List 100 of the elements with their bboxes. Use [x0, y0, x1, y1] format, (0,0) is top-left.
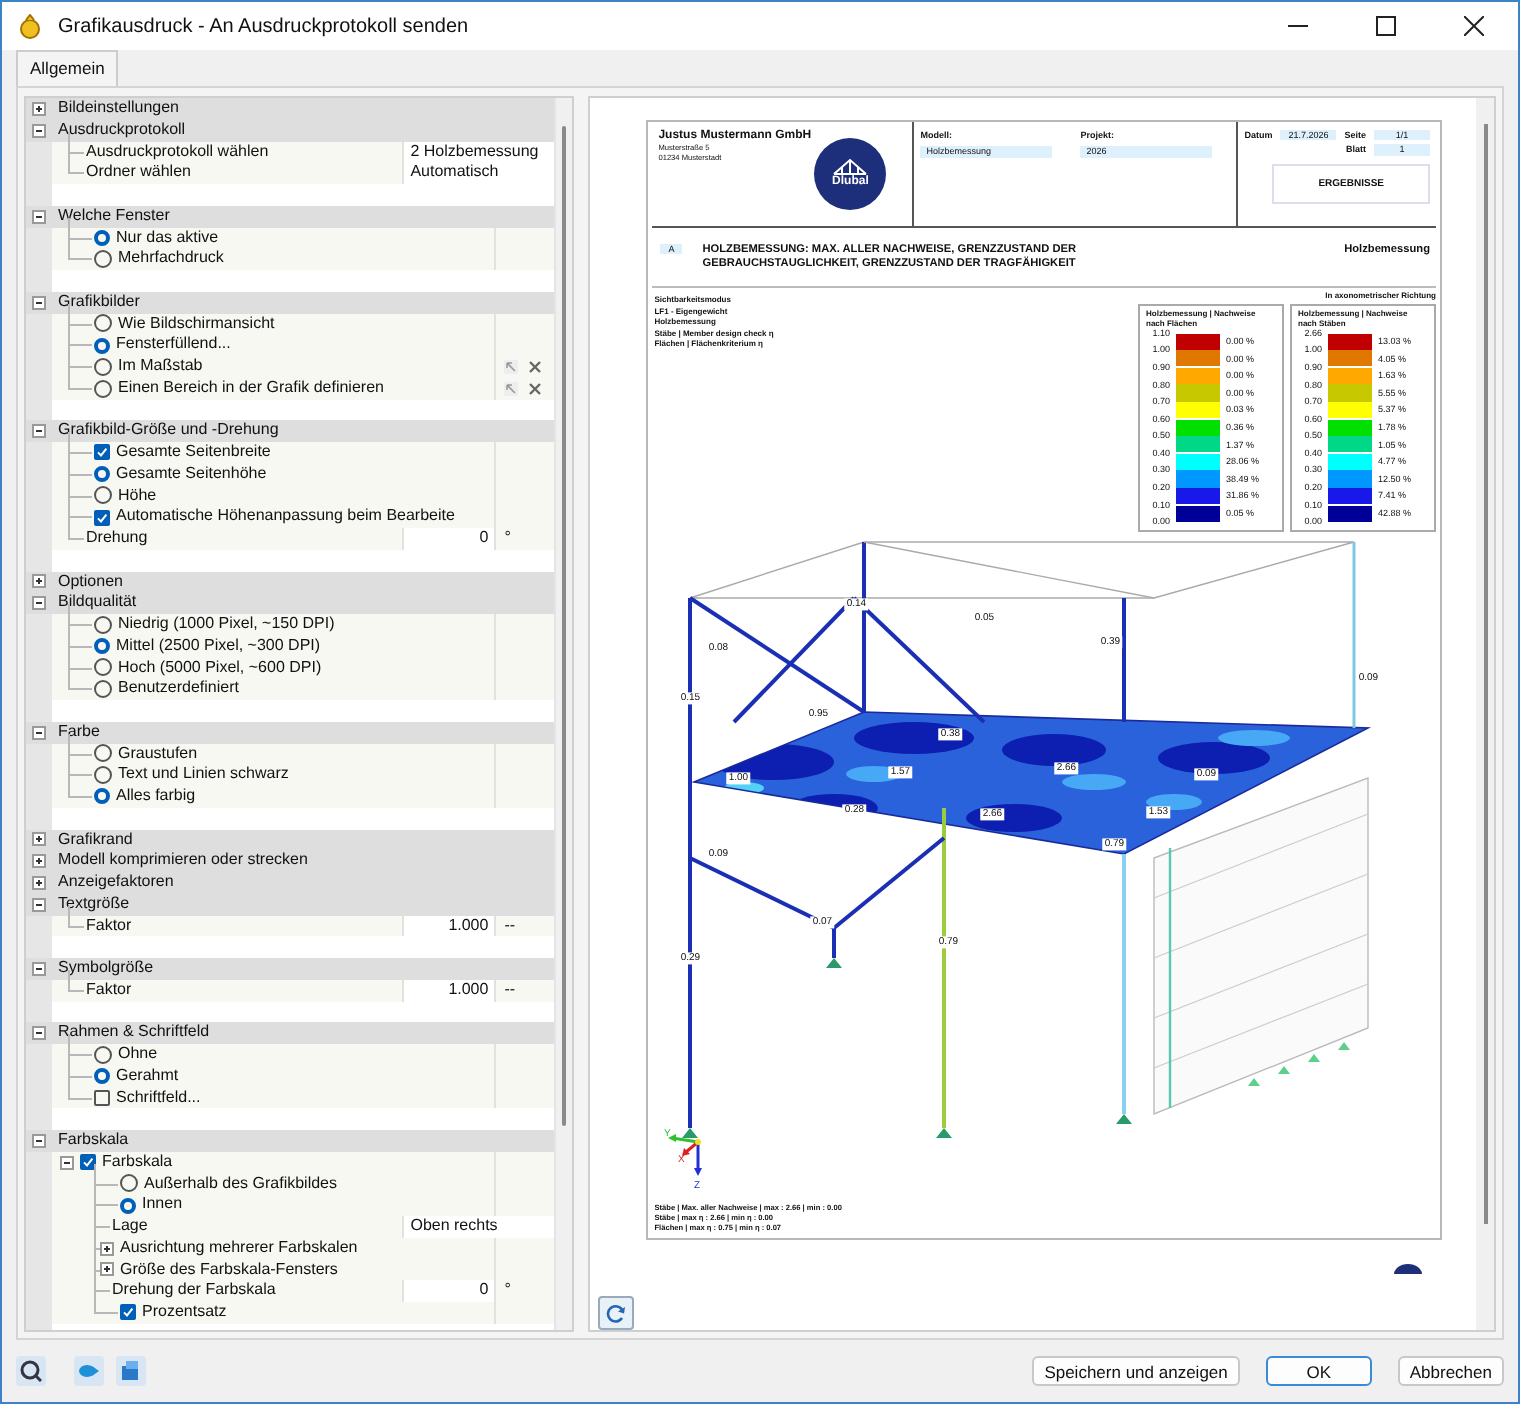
expand-icon[interactable] [32, 875, 46, 890]
search-icon[interactable] [20, 1360, 42, 1382]
value-field[interactable]: 0 [402, 1280, 495, 1302]
option-label[interactable]: Höhe [118, 485, 157, 507]
collapse-icon[interactable] [32, 897, 46, 912]
radio-button[interactable] [94, 766, 112, 785]
radio-button[interactable] [94, 788, 110, 805]
option-label[interactable]: Prozentsatz [142, 1302, 227, 1324]
scrollbar-thumb[interactable] [1483, 124, 1487, 1224]
section-header[interactable]: Optionen [58, 571, 123, 593]
option-label: Ausrichtung mehrerer Farbskalen [120, 1237, 358, 1259]
bridge-icon [832, 157, 869, 176]
expand-icon[interactable] [32, 854, 46, 869]
radio-button[interactable] [94, 615, 112, 634]
option-label[interactable]: Nur das aktive [116, 227, 219, 249]
setting-label: Faktor [86, 915, 132, 937]
radio-button[interactable] [94, 744, 112, 763]
radio-button[interactable] [94, 638, 110, 655]
value-field[interactable]: 2 Holzbemessung [402, 141, 555, 163]
collapse-icon[interactable] [32, 209, 46, 224]
setting-label: Ausdruckprotokoll wählen [86, 141, 269, 163]
collapse-icon[interactable] [32, 1133, 46, 1148]
section-header[interactable]: Farbskala [58, 1130, 129, 1152]
checkbox[interactable] [94, 444, 110, 461]
checkbox[interactable] [120, 1304, 136, 1321]
option-label[interactable]: Farbskala [102, 1151, 173, 1173]
option-label[interactable]: Schriftfeld... [116, 1087, 201, 1109]
section-header[interactable]: Grafikbilder [58, 291, 140, 313]
setting-label: Drehung der Farbskala [112, 1280, 276, 1302]
cursor-icon[interactable] [504, 381, 519, 396]
dialog-button[interactable]: Abbrechen [1397, 1356, 1504, 1386]
expand-icon[interactable] [100, 1241, 114, 1256]
collapse-icon[interactable] [32, 123, 46, 138]
expand-icon[interactable] [32, 101, 46, 116]
value-field[interactable]: Oben rechts [402, 1216, 555, 1238]
section-header[interactable]: Farbe [58, 721, 100, 743]
unit-label: ° [504, 528, 511, 550]
option-label[interactable]: Ohne [118, 1044, 158, 1066]
collapse-icon[interactable] [32, 725, 46, 740]
checkmark-icon [82, 1156, 94, 1169]
setting-label: Ordner wählen [86, 162, 191, 184]
option-label[interactable]: Alles farbig [116, 786, 196, 808]
checkmark-icon [96, 446, 108, 459]
radio-button[interactable] [94, 658, 112, 677]
expand-icon[interactable] [100, 1262, 114, 1277]
section-header[interactable]: Bildqualität [58, 592, 137, 614]
radio-button[interactable] [120, 1174, 138, 1193]
tab[interactable]: Allgemein [16, 50, 119, 86]
app-icon [18, 13, 42, 39]
radio-button[interactable] [94, 357, 112, 376]
maximize-icon[interactable] [1376, 16, 1396, 36]
section-header[interactable]: Grafikrand [58, 829, 133, 851]
radio-button[interactable] [94, 680, 112, 699]
option-label[interactable]: Innen [142, 1194, 183, 1216]
semicircle-icon [1394, 1264, 1422, 1274]
refresh-icon [606, 1303, 627, 1323]
option-label[interactable]: Graustufen [118, 743, 198, 765]
axis-icon [668, 1134, 703, 1176]
collapse-icon[interactable] [32, 596, 46, 611]
radio-button[interactable] [94, 250, 112, 269]
collapse-icon[interactable] [32, 295, 46, 310]
option-label[interactable]: Gerahmt [116, 1065, 179, 1087]
radio-button[interactable] [94, 486, 112, 505]
checkbox[interactable] [94, 1089, 110, 1106]
collapse-icon[interactable] [32, 961, 46, 976]
setting-label: Drehung [86, 528, 148, 550]
section-header[interactable]: Textgröße [58, 893, 130, 915]
unit-label: ° [504, 1280, 511, 1302]
setting-label: Lage [112, 1216, 148, 1238]
value-field[interactable]: 0 [402, 528, 495, 550]
value-field[interactable]: 1.000 [402, 915, 495, 937]
radio-button[interactable] [94, 1045, 112, 1064]
refresh-button[interactable] [598, 1296, 635, 1330]
window-title: Grafikausdruck - An Ausdruckprotokoll senden [58, 15, 469, 37]
value-field[interactable]: Automatisch [402, 162, 555, 184]
radio-button[interactable] [94, 466, 110, 483]
value-field[interactable]: 1.000 [402, 979, 495, 1001]
checkmark-icon [122, 1306, 134, 1319]
checkbox[interactable] [94, 509, 110, 526]
radio-button[interactable] [94, 1068, 110, 1085]
checkmark-icon [96, 511, 108, 524]
scrollbar-thumb[interactable] [562, 126, 567, 1126]
checkbox[interactable] [80, 1154, 96, 1171]
collapse-icon[interactable] [60, 1155, 74, 1170]
expand-icon[interactable] [32, 574, 46, 589]
dialog-button[interactable]: Speichern und anzeigen [1032, 1356, 1240, 1386]
close-icon[interactable] [1464, 16, 1484, 36]
collapse-icon[interactable] [32, 424, 46, 439]
collapse-icon[interactable] [32, 1026, 46, 1041]
dialog-button[interactable]: OK [1265, 1356, 1372, 1386]
radio-button[interactable] [94, 379, 112, 398]
unit-label: -- [504, 979, 516, 1001]
option-label[interactable]: Im Maßstab [118, 356, 203, 378]
option-label: Größe des Farbskala-Fensters [120, 1259, 338, 1281]
cursor-icon[interactable] [504, 359, 519, 374]
section-header[interactable]: Symbolgröße [58, 958, 154, 980]
unit-label: -- [504, 915, 516, 937]
expand-icon[interactable] [32, 832, 46, 847]
setting-label: Faktor [86, 979, 132, 1001]
radio-button[interactable] [94, 314, 112, 333]
